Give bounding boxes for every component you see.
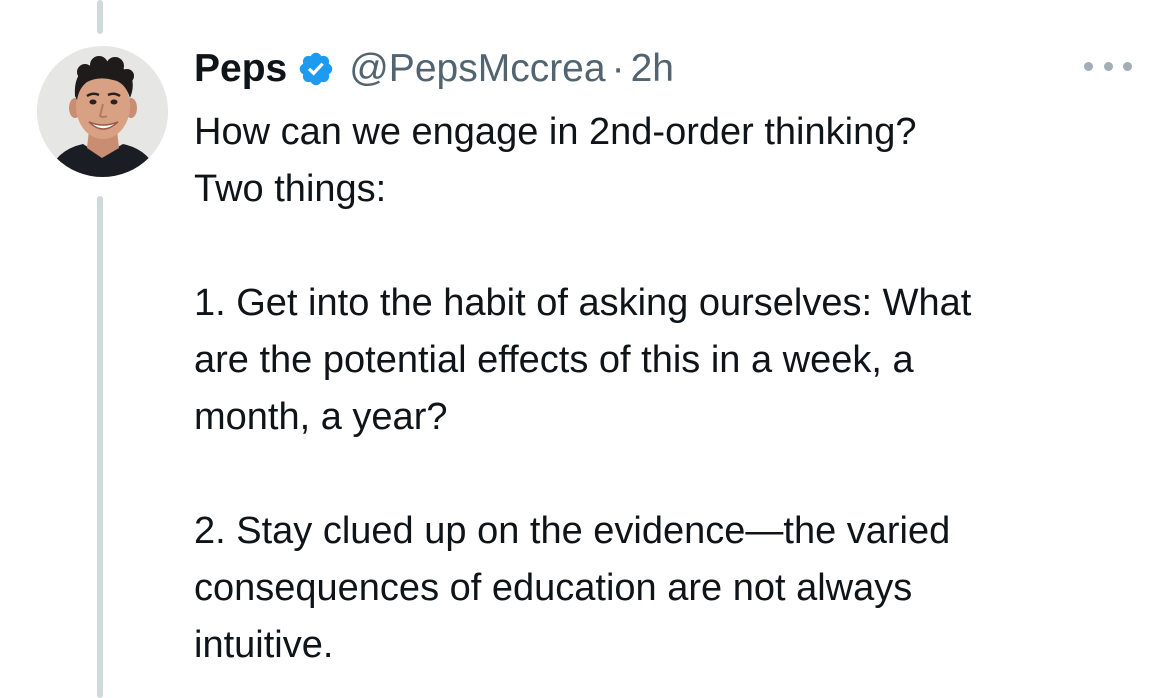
tweet-line: How can we engage in 2nd-order thinking? — [194, 111, 917, 153]
more-options-icon[interactable] — [1084, 54, 1132, 78]
tweet-line: intuitive. — [194, 624, 334, 666]
author-handle[interactable]: @PepsMccrea — [349, 47, 605, 91]
tweet-line: 2. Stay clued up on the evidence—the var… — [194, 510, 951, 552]
tweet-line: consequences of education are not always — [194, 567, 913, 609]
verified-badge-icon — [297, 50, 335, 88]
tweet-line: Two things: — [194, 168, 387, 210]
thread-line-top — [97, 0, 103, 34]
tweet-line: 1. Get into the habit of asking ourselve… — [194, 282, 972, 324]
tweet-text: How can we engage in 2nd-order thinking?… — [194, 104, 1154, 674]
avatar[interactable] — [37, 46, 168, 177]
tweet-header: Peps @PepsMccrea · 2h — [194, 42, 674, 96]
author-name[interactable]: Peps — [194, 47, 287, 91]
separator-dot: · — [611, 47, 625, 90]
more-dot — [1123, 61, 1132, 71]
tweet-line: month, a year? — [194, 396, 448, 438]
more-dot — [1084, 61, 1093, 71]
tweet-line: are the potential effects of this in a w… — [194, 339, 914, 381]
more-dot — [1103, 61, 1113, 71]
timestamp[interactable]: 2h — [631, 47, 674, 91]
thread-line-bottom — [97, 196, 103, 698]
